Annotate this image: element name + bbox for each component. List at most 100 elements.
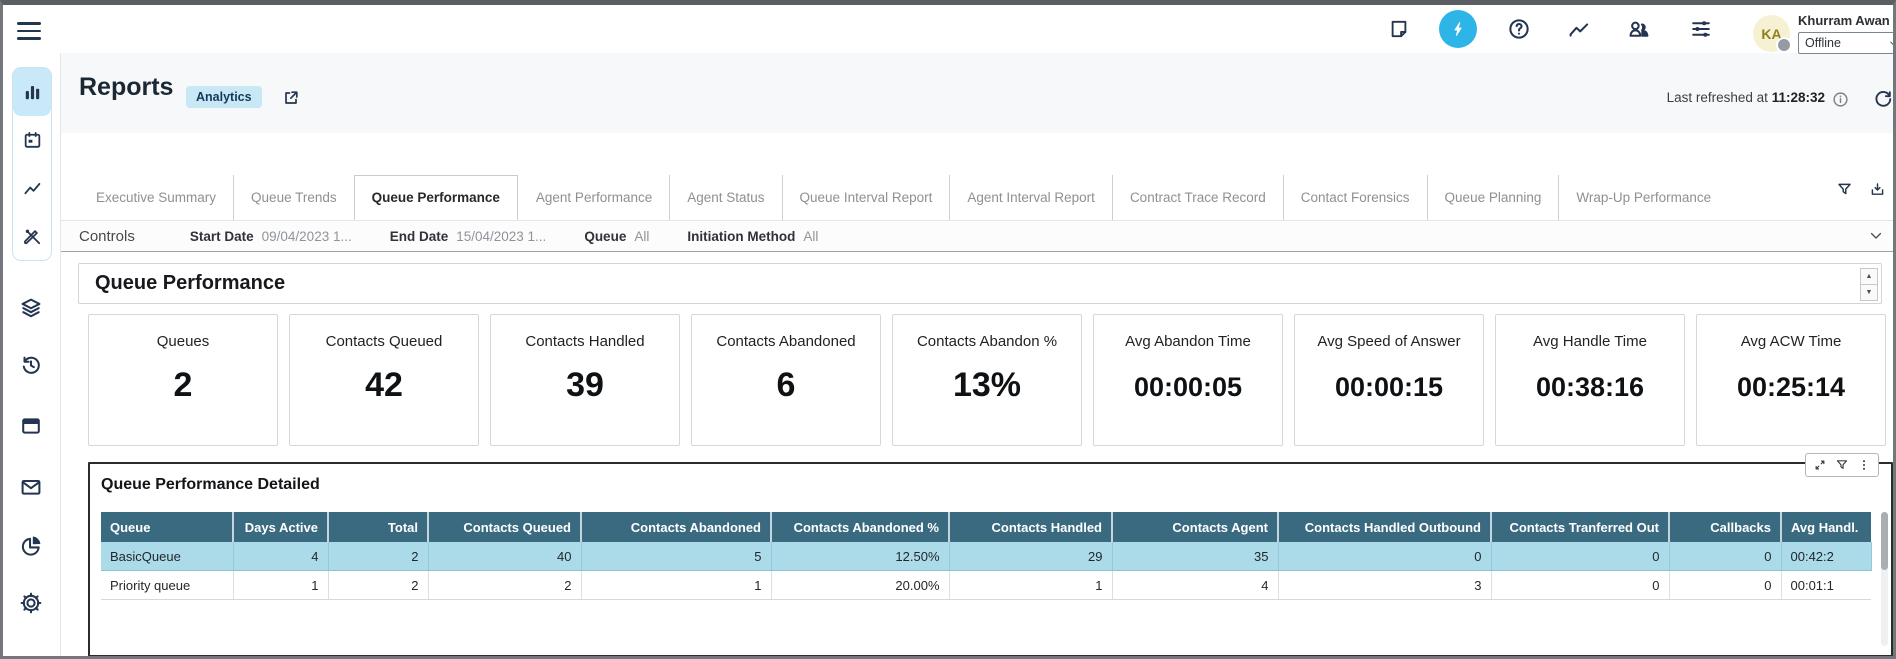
sidebar-nav-group (12, 67, 52, 261)
kpi-label: Avg Speed of Answer (1317, 333, 1460, 350)
tab-agent-performance[interactable]: Agent Performance (518, 175, 669, 220)
chevron-down-icon (1888, 38, 1896, 49)
col-days-active[interactable]: Days Active (233, 512, 328, 542)
window-icon[interactable] (16, 411, 46, 441)
mail-icon[interactable] (16, 472, 46, 502)
last-refreshed-label: Last refreshed at (1667, 90, 1768, 105)
stepper-down-icon[interactable]: ▼ (1861, 285, 1877, 300)
kpi-value: 00:00:05 (1134, 372, 1242, 403)
col-contacts-handled-outbound[interactable]: Contacts Handled Outbound (1278, 512, 1491, 542)
col-callbacks[interactable]: Callbacks (1669, 512, 1781, 542)
status-select[interactable]: Offline (1798, 32, 1896, 54)
kpi-value: 00:00:15 (1335, 372, 1443, 403)
kpi-card-avg-abandon-time: Avg Abandon Time 00:00:05 (1093, 314, 1283, 446)
calendar-icon[interactable] (13, 116, 51, 164)
col-contacts-transferred-out[interactable]: Contacts Tranferred Out (1491, 512, 1669, 542)
tab-contact-forensics[interactable]: Contact Forensics (1283, 175, 1427, 220)
col-contacts-queued[interactable]: Contacts Queued (428, 512, 581, 542)
tab-wrap-up-performance[interactable]: Wrap-Up Performance (1558, 175, 1728, 220)
col-avg-handle[interactable]: Avg Handl. (1781, 512, 1871, 542)
info-icon[interactable] (1831, 90, 1849, 108)
table-header-row: Queue Days Active Total Contacts Queued … (101, 512, 1871, 542)
filter-end-date[interactable]: End Date 15/04/2023 1... (390, 229, 547, 244)
tab-executive-summary[interactable]: Executive Summary (78, 175, 233, 220)
help-icon[interactable] (1506, 16, 1532, 42)
col-contacts-handled[interactable]: Contacts Handled (949, 512, 1112, 542)
col-contacts-agent[interactable]: Contacts Agent (1112, 512, 1278, 542)
tab-agent-status[interactable]: Agent Status (669, 175, 781, 220)
note-icon[interactable] (1386, 16, 1412, 42)
stepper-up-icon[interactable]: ▲ (1861, 269, 1877, 285)
kpi-card-avg-speed-of-answer: Avg Speed of Answer 00:00:15 (1294, 314, 1484, 446)
table-row-basicqueue[interactable]: BasicQueue 4 2 40 5 12.50% 29 35 0 0 0 0… (101, 542, 1871, 571)
tab-contract-trace-record[interactable]: Contract Trace Record (1112, 175, 1283, 220)
tab-queue-planning[interactable]: Queue Planning (1427, 175, 1559, 220)
cell: 1 (949, 571, 1112, 600)
boost-lightning-icon[interactable] (1439, 10, 1477, 48)
table-scrollbar[interactable] (1881, 512, 1888, 646)
status-select-value: Offline (1805, 36, 1841, 50)
metrics-icon[interactable] (1566, 16, 1592, 42)
app-window: KA Khurram Awan Offline (0, 0, 1896, 659)
cell: 1 (233, 571, 328, 600)
pie-chart-icon[interactable] (16, 531, 46, 561)
analytics-badge: Analytics (186, 86, 262, 108)
cell: 0 (1491, 571, 1669, 600)
filter-start-date[interactable]: Start Date 09/04/2023 1... (190, 229, 352, 244)
filter-funnel-icon[interactable] (1835, 180, 1853, 198)
col-contacts-abandoned-pct[interactable]: Contacts Abandoned % (771, 512, 949, 542)
col-contacts-abandoned[interactable]: Contacts Abandoned (581, 512, 771, 542)
topbar (3, 5, 1893, 53)
kpi-value: 42 (365, 366, 403, 405)
settings-gear-icon[interactable] (16, 588, 46, 618)
table-scrollbar-thumb[interactable] (1881, 512, 1888, 570)
sliders-icon[interactable] (1688, 16, 1714, 42)
users-icon[interactable] (1626, 16, 1652, 42)
tab-agent-interval-report[interactable]: Agent Interval Report (949, 175, 1112, 220)
bar-chart-icon[interactable] (13, 68, 51, 116)
controls-bar: Controls Start Date 09/04/2023 1... End … (61, 220, 1893, 252)
export-tray-icon[interactable] (1868, 180, 1886, 198)
cell: 20.00% (771, 571, 949, 600)
controls-collapse-chevron-icon[interactable] (1865, 225, 1887, 247)
filter-queue[interactable]: Queue All (584, 229, 649, 244)
tab-queue-trends[interactable]: Queue Trends (233, 175, 354, 220)
filter-initiation-method[interactable]: Initiation Method All (687, 229, 818, 244)
col-total[interactable]: Total (328, 512, 428, 542)
cell: 0 (1669, 542, 1781, 571)
cell: 0 (1491, 542, 1669, 571)
layers-icon[interactable] (16, 293, 46, 323)
kpi-value: 39 (566, 366, 604, 405)
tab-queue-interval-report[interactable]: Queue Interval Report (782, 175, 950, 220)
filter-label: Initiation Method (687, 229, 795, 244)
col-queue[interactable]: Queue (101, 512, 233, 542)
kpi-value: 2 (174, 366, 193, 405)
filter-funnel-icon[interactable] (1834, 457, 1850, 473)
section-title: Queue Performance (79, 272, 285, 295)
kpi-card-contacts-queued: Contacts Queued 42 (289, 314, 479, 446)
cell: 00:42:2 (1781, 542, 1871, 571)
table-row-priority-queue[interactable]: Priority queue 1 2 2 1 20.00% 1 4 3 0 0 … (101, 571, 1871, 600)
cell: 12.50% (771, 542, 949, 571)
design-icon[interactable] (13, 212, 51, 260)
kpi-card-contacts-abandon-pct: Contacts Abandon % 13% (892, 314, 1082, 446)
expand-icon[interactable] (1812, 457, 1828, 473)
cell: 35 (1112, 542, 1278, 571)
filter-value: All (634, 229, 649, 244)
history-icon[interactable] (16, 350, 46, 380)
cell: 1 (581, 571, 771, 600)
kebab-menu-icon[interactable] (1856, 457, 1872, 473)
kpi-label: Contacts Handled (525, 333, 644, 350)
cell: 5 (581, 542, 771, 571)
line-chart-icon[interactable] (13, 164, 51, 212)
refresh-icon[interactable] (1871, 87, 1895, 111)
last-refreshed-time: 11:28:32 (1772, 90, 1825, 105)
hamburger-menu-button[interactable] (17, 21, 41, 41)
kpi-card-avg-acw-time: Avg ACW Time 00:25:14 (1696, 314, 1886, 446)
avatar[interactable]: KA (1753, 15, 1790, 52)
tab-queue-performance[interactable]: Queue Performance (354, 175, 518, 220)
kpi-value: 13% (953, 366, 1021, 405)
section-header: Queue Performance ▲ ▼ (78, 263, 1882, 304)
filter-value: 15/04/2023 1... (456, 229, 546, 244)
external-link-icon[interactable] (280, 87, 302, 109)
